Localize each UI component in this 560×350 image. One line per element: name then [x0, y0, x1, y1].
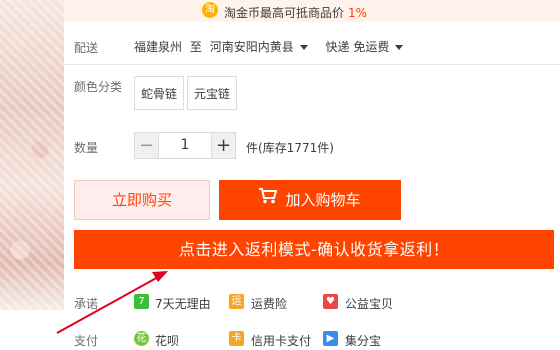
sku-option-yuanbao-chain[interactable]: 元宝链: [187, 76, 238, 110]
taojinbi-text-main: 淘金币最高可抵商品价: [224, 6, 345, 20]
add-to-cart-button[interactable]: 加入购物车: [219, 180, 401, 220]
credit-card-label[interactable]: 信用卡支付: [251, 332, 311, 349]
shipping-insurance-label[interactable]: 运费险: [251, 295, 287, 312]
quantity-label: 数量: [74, 141, 99, 155]
stock-text: 件(库存1771件): [246, 141, 334, 155]
color-label: 颜色分类: [74, 80, 123, 94]
rebate-mode-banner[interactable]: 点击进入返利模式-确认收货拿返利！: [74, 230, 554, 269]
seven-day-return-icon: 7: [134, 294, 149, 309]
shipping-destination: 河南安阳内黄县: [209, 40, 294, 54]
chevron-down-icon: [395, 45, 404, 50]
quantity-decrease-button[interactable]: −: [134, 132, 159, 159]
shipping-label: 配送: [74, 41, 99, 55]
taojinbi-banner: 淘 淘金币最高可抵商品价 1%: [64, 0, 560, 22]
charity-heart-icon: ♥: [323, 294, 338, 309]
payment-label: 支付: [74, 334, 99, 348]
sku-option-snake-chain[interactable]: 蛇骨链: [134, 76, 185, 110]
charity-label[interactable]: 公益宝贝: [345, 295, 393, 312]
add-to-cart-label: 加入购物车: [285, 191, 361, 209]
shipping-info: 福建泉州 至 河南安阳内黄县 快递 免运费: [134, 38, 404, 55]
credit-card-icon: 卡: [229, 331, 244, 346]
shipping-method: 快递 免运费: [325, 40, 390, 54]
jifenbao-icon: ▶: [323, 331, 338, 346]
jifenbao-label[interactable]: 集分宝: [345, 332, 381, 349]
shipping-to-word: 至: [189, 40, 202, 54]
chevron-down-icon: [299, 45, 308, 50]
taojinbi-text: 淘金币最高可抵商品价 1%: [224, 4, 367, 21]
quantity-input[interactable]: 1: [159, 132, 211, 159]
cart-icon: [259, 179, 278, 219]
shipping-method-dropdown[interactable]: 快递 免运费: [326, 40, 404, 54]
huabei-icon: 花: [134, 331, 149, 346]
quantity-increase-button[interactable]: +: [211, 132, 236, 159]
product-image-edge: [0, 0, 64, 310]
taojinbi-coin-icon: 淘: [202, 2, 218, 18]
taojinbi-percent: 1%: [348, 6, 368, 20]
seven-day-return-label[interactable]: 7天无理由: [155, 295, 211, 312]
shipping-destination-dropdown[interactable]: 河南安阳内黄县: [210, 40, 308, 54]
promise-label: 承诺: [74, 297, 99, 311]
buy-now-button[interactable]: 立即购买: [74, 180, 210, 220]
divider: [64, 64, 560, 65]
huabei-label[interactable]: 花呗: [155, 332, 179, 349]
shipping-insurance-icon: 运: [229, 294, 244, 309]
shipping-from: 福建泉州: [134, 40, 183, 54]
